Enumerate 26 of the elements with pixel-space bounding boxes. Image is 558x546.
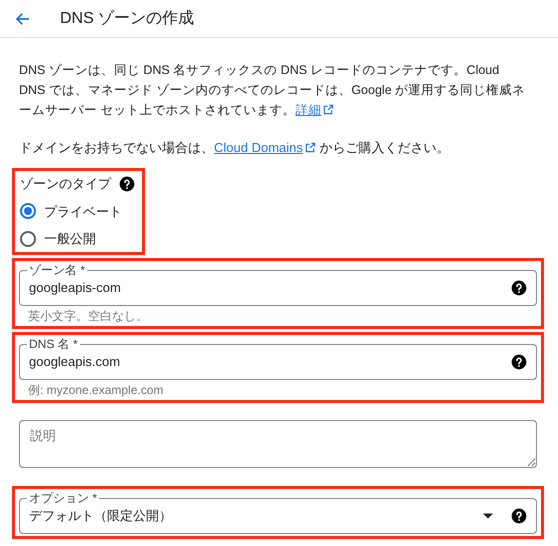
field-value: googleapis.com (29, 352, 122, 371)
field-value: googleapis-com (29, 278, 122, 297)
radio-button[interactable] (20, 203, 36, 220)
field-label: オプション * (27, 490, 100, 504)
field-hint: 英小文字。空白なし。 (27, 308, 149, 324)
external-link-icon (304, 142, 316, 153)
field-label: DNS 名 * (27, 336, 80, 350)
help-icon[interactable] (511, 508, 527, 524)
external-link-icon (323, 104, 334, 115)
help-icon[interactable] (119, 176, 135, 192)
dropdown-caret-icon (483, 512, 493, 518)
field-value: デフォルト（限定公開） (29, 506, 173, 525)
page-title: DNS ゾーンの作成 (60, 8, 194, 28)
domains-note: ドメインをお持ちでない場合は、Cloud Domains からご購入ください。 (18, 139, 450, 157)
radio-label: 一般公開 (44, 230, 96, 248)
field-label: ゾーン名 * (27, 262, 88, 276)
description-field[interactable]: 説明 (19, 420, 537, 468)
radio-label: プライベート (44, 202, 122, 220)
help-icon[interactable] (511, 280, 527, 296)
cloud-domains-link[interactable]: Cloud Domains (214, 140, 316, 155)
help-icon[interactable] (511, 354, 527, 370)
intro-paragraph: DNS ゾーンは、同じ DNS 名サフィックスの DNS レコードのコンテナです。Cloud DNS では、マネージド ゾーン内のすべてのレコードは、Google が運用する同じ権威ネームサーバー セット上でホストされています。詳細 (18, 62, 526, 119)
learn-more-link[interactable]: 詳細 (295, 103, 334, 117)
field-hint: 例: myzone.example.com (27, 382, 164, 398)
radio-button[interactable] (20, 230, 36, 247)
zone-type-label: ゾーンのタイプ (20, 175, 111, 193)
